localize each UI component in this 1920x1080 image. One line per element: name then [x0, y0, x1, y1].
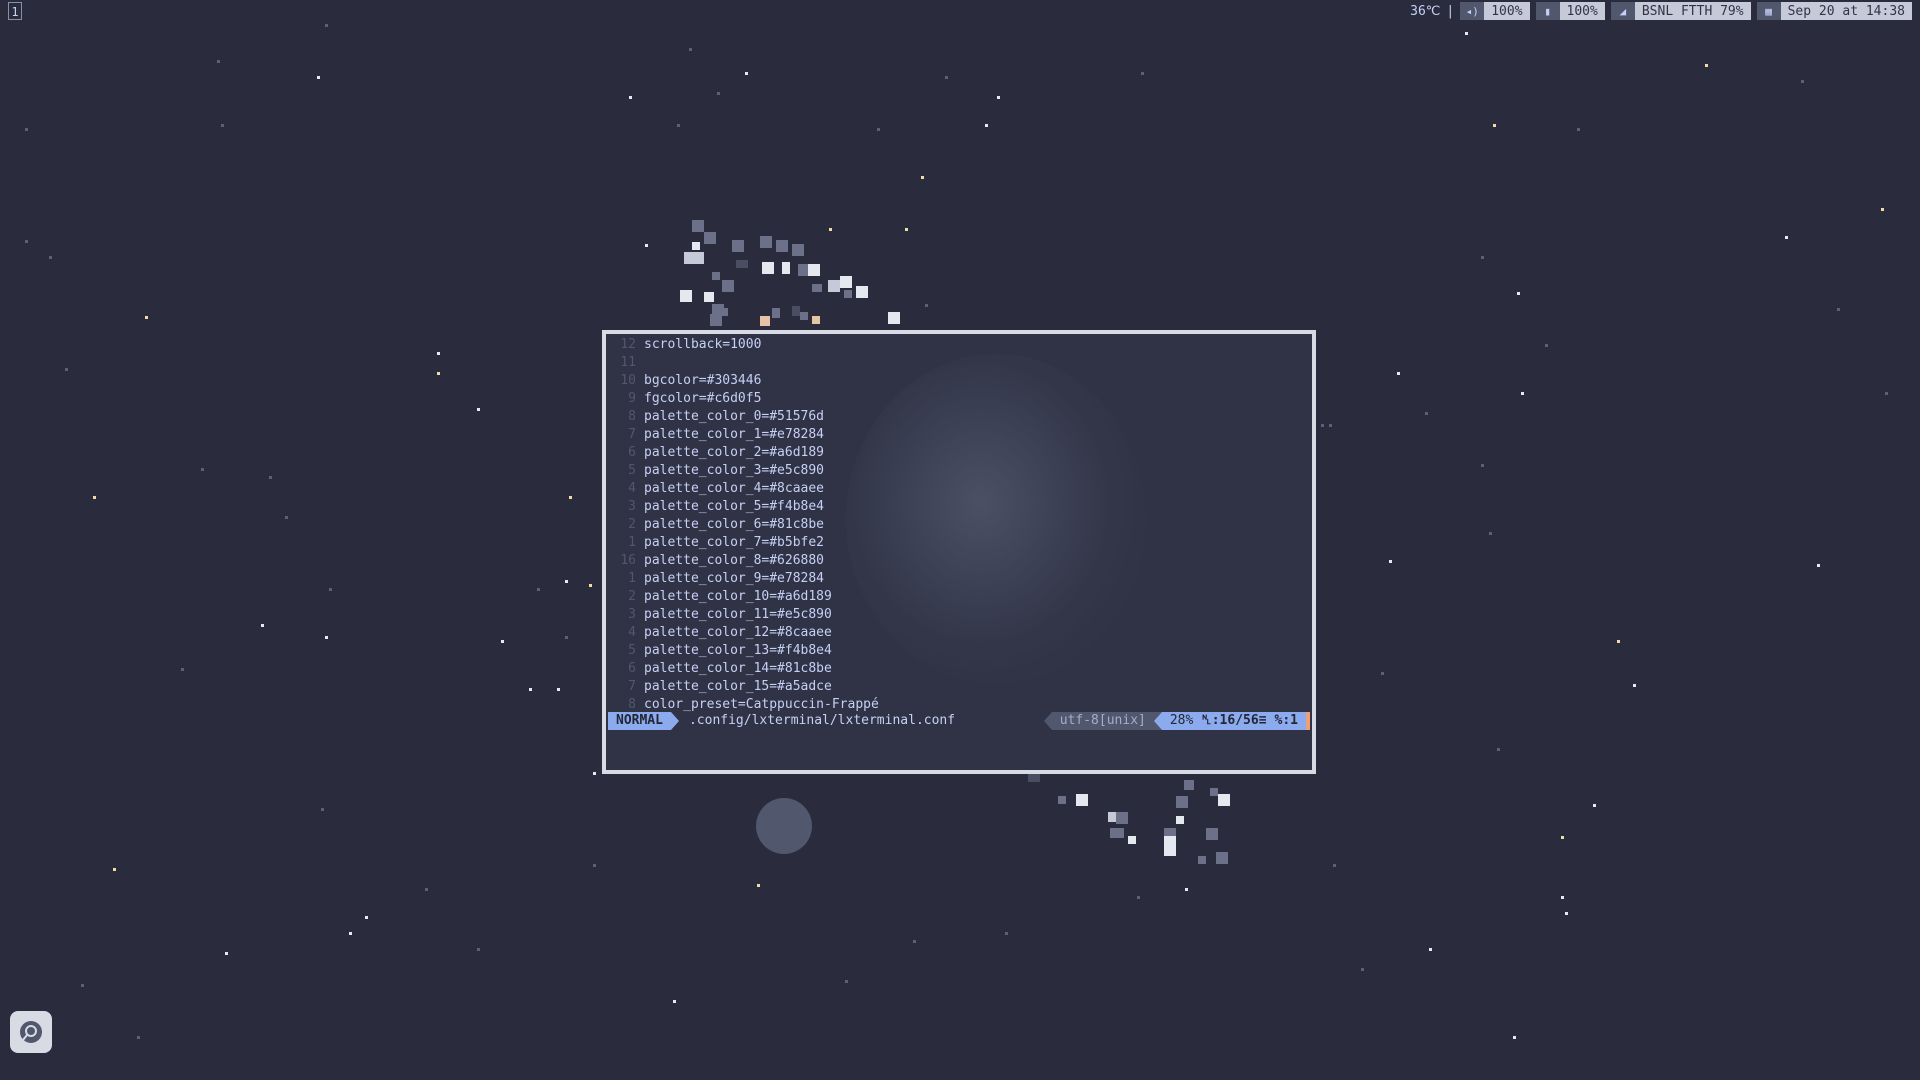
editor-line[interactable]: 11 [610, 354, 1312, 372]
line-text: palette_color_12=#8caaee [644, 625, 832, 640]
status-separator: | [1446, 3, 1455, 19]
wifi-icon: ◢ [1610, 2, 1635, 20]
editor-line[interactable]: 10 bgcolor=#303446 [610, 372, 1312, 390]
editor-line[interactable]: 1 palette_color_9=#e78284 [610, 570, 1312, 588]
line-number: 3 [628, 607, 636, 622]
temperature-readout: 36℃ [1410, 3, 1441, 19]
editor-buffer[interactable]: 12 scrollback=1000 11 10 bgcolor=#303446 9 fgc… [610, 336, 1312, 714]
network-value: BSNL FTTH 79% [1634, 2, 1751, 20]
line-number: 6 [628, 445, 636, 460]
line-text: palette_color_2=#a6d189 [644, 445, 825, 460]
editor-line[interactable]: 3 palette_color_11=#e5c890 [610, 606, 1312, 624]
line-number: 6 [628, 661, 636, 676]
editor-line[interactable]: 1 palette_color_7=#b5bfe2 [610, 534, 1312, 552]
moon-sprite [756, 798, 812, 854]
line-number: 2 [628, 517, 636, 532]
editor-line[interactable]: 12 scrollback=1000 [610, 336, 1312, 354]
network-widget[interactable]: ◢ BSNL FTTH 79% [1610, 2, 1751, 20]
speaker-icon: ◂) [1460, 2, 1485, 20]
editor-line[interactable]: 7 palette_color_15=#a5adce [610, 678, 1312, 696]
encoding-separator [1043, 712, 1052, 730]
editor-line[interactable]: 8 palette_color_0=#51576d [610, 408, 1312, 426]
terminal-window[interactable]: 12 scrollback=1000 11 10 bgcolor=#303446 9 fgc… [602, 330, 1316, 774]
volume-widget[interactable]: ◂) 100% [1460, 2, 1530, 20]
editor-line[interactable]: 4 palette_color_12=#8caaee [610, 624, 1312, 642]
line-number: 1 [628, 535, 636, 550]
calendar-icon: ▦ [1756, 2, 1781, 20]
scroll-percent: 28% [1169, 713, 1194, 728]
line-number: 4 [628, 625, 636, 640]
column-number: %:1 [1274, 713, 1298, 728]
line-number: 3 [628, 499, 636, 514]
line-number: 2 [628, 589, 636, 604]
position-separator [1153, 712, 1162, 730]
line-number: 9 [628, 391, 636, 406]
statusline-end [1306, 712, 1310, 730]
editor-line[interactable]: 4 palette_color_4=#8caaee [610, 480, 1312, 498]
line-text: palette_color_3=#e5c890 [644, 463, 825, 478]
line-number: 4 [628, 481, 636, 496]
editor-line[interactable]: 6 palette_color_14=#81c8be [610, 660, 1312, 678]
desktop: 1 36℃ | ◂) 100% ▮ 100% ◢ BSNL FTTH 79% ▦… [0, 0, 1920, 1080]
line-text: palette_color_4=#8caaee [644, 481, 825, 496]
editor-line[interactable]: 6 palette_color_2=#a6d189 [610, 444, 1312, 462]
line-text: palette_color_1=#e78284 [644, 427, 825, 442]
line-number: 12 [620, 337, 636, 352]
line-number: 16 [620, 553, 636, 568]
cursor-position: 28% ␤:16/56≡ %:1 [1161, 712, 1306, 730]
line-number: 1 [628, 571, 636, 586]
line-text: scrollback=1000 [644, 337, 762, 352]
line-number: 11 [620, 355, 636, 370]
line-number: 7 [628, 679, 636, 694]
line-text: palette_color_9=#e78284 [644, 571, 825, 586]
line-number: 5 [628, 463, 636, 478]
line-text: palette_color_0=#51576d [644, 409, 825, 424]
clock-widget[interactable]: ▦ Sep 20 at 14:38 [1756, 2, 1912, 20]
line-number: 10 [620, 373, 636, 388]
file-encoding: utf-8[unix] [1051, 712, 1154, 730]
status-bar: 36℃ | ◂) 100% ▮ 100% ◢ BSNL FTTH 79% ▦ S… [1410, 2, 1912, 20]
app-launcher-button[interactable] [10, 1011, 52, 1053]
vim-statusline: NORMAL .config/lxterminal/lxterminal.con… [608, 712, 1310, 730]
editor-line[interactable]: 5 palette_color_3=#e5c890 [610, 462, 1312, 480]
line-count: ␤:16/56≡ [1201, 713, 1267, 728]
workspace-indicator[interactable]: 1 [8, 2, 22, 20]
editor-line[interactable]: 2 palette_color_10=#a6d189 [610, 588, 1312, 606]
line-text: palette_color_10=#a6d189 [644, 589, 832, 604]
line-number: 8 [628, 409, 636, 424]
line-text: bgcolor=#303446 [644, 373, 762, 388]
editor-line[interactable]: 7 palette_color_1=#e78284 [610, 426, 1312, 444]
mode-separator [670, 712, 679, 730]
line-text: palette_color_15=#a5adce [644, 679, 832, 694]
editor-line[interactable]: 5 palette_color_13=#f4b8e4 [610, 642, 1312, 660]
line-number: 5 [628, 643, 636, 658]
mode-indicator: NORMAL [608, 712, 671, 730]
line-text: palette_color_7=#b5bfe2 [644, 535, 825, 550]
editor-line[interactable]: 2 palette_color_6=#81c8be [610, 516, 1312, 534]
volume-value: 100% [1484, 2, 1530, 20]
line-text: palette_color_8=#626880 [644, 553, 825, 568]
line-text: palette_color_13=#f4b8e4 [644, 643, 832, 658]
battery-icon: ▮ [1535, 2, 1560, 20]
battery-widget[interactable]: ▮ 100% [1535, 2, 1605, 20]
editor-line[interactable]: 16 palette_color_8=#626880 [610, 552, 1312, 570]
line-number: 7 [628, 427, 636, 442]
line-text: palette_color_5=#f4b8e4 [644, 499, 825, 514]
editor-line[interactable]: 3 palette_color_5=#f4b8e4 [610, 498, 1312, 516]
app-launcher-icon [20, 1021, 42, 1043]
line-text: palette_color_6=#81c8be [644, 517, 825, 532]
clock-value: Sep 20 at 14:38 [1780, 2, 1912, 20]
line-text: palette_color_11=#e5c890 [644, 607, 832, 622]
file-path: .config/lxterminal/lxterminal.conf [688, 713, 956, 728]
battery-value: 100% [1559, 2, 1605, 20]
editor-line[interactable]: 9 fgcolor=#c6d0f5 [610, 390, 1312, 408]
line-text: palette_color_14=#81c8be [644, 661, 832, 676]
line-text: fgcolor=#c6d0f5 [644, 391, 762, 406]
